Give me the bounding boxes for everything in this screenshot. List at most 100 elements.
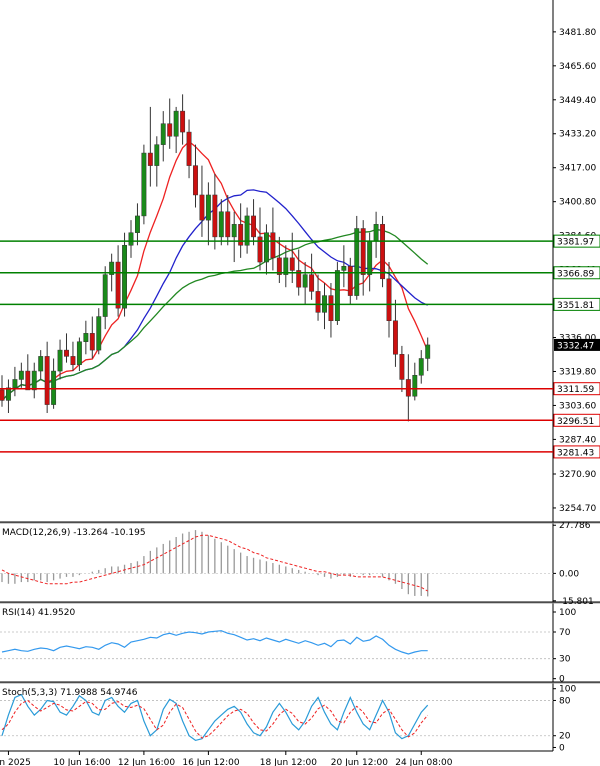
candle-down (386, 278, 392, 321)
time-axis-label: 24 Jun 08:00 (395, 758, 452, 766)
candle-up (76, 341, 82, 366)
price-axis-label: 3433.20 (559, 130, 596, 140)
candle-up (38, 356, 44, 372)
candle-up (83, 333, 89, 342)
price-axis-label: 3287.40 (559, 435, 596, 445)
price-axis-label: 3417.00 (559, 164, 596, 174)
candle-down (405, 379, 411, 397)
candle-up (96, 316, 102, 351)
level-label: 3311.59 (557, 385, 594, 395)
price-axis-label: 3319.80 (559, 367, 596, 377)
candle-up (6, 387, 11, 401)
candle-down (44, 356, 50, 405)
level-label: 3281.43 (557, 448, 594, 458)
stoch-axis-label: 100 (559, 685, 576, 695)
candle-down (225, 211, 231, 238)
candle-up (12, 379, 18, 389)
rsi-line (1, 630, 428, 655)
candle-down (347, 265, 353, 296)
rsi-axis-label: 100 (559, 608, 576, 618)
candle-down (315, 291, 321, 313)
candle-up (231, 224, 237, 238)
candle-up (154, 144, 160, 166)
stoch-axis-label: 80 (559, 696, 571, 706)
candle-down (399, 354, 405, 380)
candle-down (89, 333, 95, 351)
candle-down (251, 215, 257, 238)
candle-down (0, 389, 5, 401)
candle-up (218, 211, 224, 238)
candle-down (167, 123, 173, 137)
macd-axis-label: -15.801 (559, 597, 594, 607)
stoch-axis-label: 20 (559, 732, 571, 742)
candle-down (64, 349, 69, 357)
candle-up (160, 123, 166, 145)
candle-down (393, 320, 398, 355)
time-axis-label: 10 Jun 16:00 (53, 758, 110, 766)
rsi-axis-label: 70 (559, 628, 571, 638)
candle-up (128, 232, 134, 246)
time-axis-label: 16 Jun 12:00 (182, 758, 239, 766)
candle-down (115, 261, 121, 309)
candle-down (180, 110, 186, 133)
price-axis-label: 3465.60 (559, 62, 596, 72)
time-axis-label: 18 Jun 12:00 (260, 758, 317, 766)
macd-axis-label: 27.786 (559, 521, 591, 531)
candle-down (360, 228, 366, 275)
price-axis-label: 3481.80 (559, 28, 596, 38)
price-axis-label: 3449.40 (559, 96, 596, 106)
stoch-k-line (1, 693, 429, 742)
candle-up (122, 245, 127, 309)
candle-down (70, 356, 76, 366)
candle-up (57, 349, 63, 372)
candle-up (18, 370, 24, 380)
stoch-label: Stoch(5,3,3) 71.9988 54.9746 (2, 688, 138, 698)
level-label: 3296.51 (557, 417, 594, 427)
candle-up (334, 270, 340, 321)
current-price-label: 3332.47 (557, 341, 594, 351)
candle-up (341, 265, 347, 271)
level-label: 3366.89 (557, 269, 594, 279)
candle-down (289, 257, 295, 271)
price-axis-label: 3303.60 (559, 401, 596, 411)
candle-down (270, 232, 276, 259)
candle-up (141, 152, 147, 217)
price-axis-label: 3270.90 (559, 470, 596, 480)
macd-axis-label: 0.00 (559, 569, 579, 579)
candle-down (25, 370, 31, 391)
candle-up (102, 274, 108, 317)
candle-up (354, 228, 360, 296)
candle-up (31, 370, 37, 391)
candle-up (425, 344, 431, 359)
candle-down (193, 165, 198, 196)
candle-down (380, 224, 386, 280)
candle-down (212, 194, 218, 238)
candle-up (205, 194, 211, 221)
time-axis-label: 6 Jun 2025 (0, 758, 31, 766)
time-axis-label: 20 Jun 12:00 (331, 758, 388, 766)
time-axis-label: 12 Jun 16:00 (118, 758, 175, 766)
stoch-axis-label: 0 (559, 743, 565, 753)
candle-up (135, 215, 140, 233)
candle-up (173, 110, 179, 137)
stoch-d-line (1, 699, 429, 739)
candle-up (367, 240, 373, 275)
candle-up (51, 370, 57, 405)
candle-up (418, 358, 424, 376)
candle-down (186, 131, 192, 166)
candle-up (302, 274, 308, 288)
candle-up (373, 224, 379, 242)
level-label: 3351.81 (557, 301, 594, 311)
macd-label: MACD(12,26,9) -13.264 -10.195 (2, 528, 146, 538)
rsi-axis-label: 30 (559, 655, 571, 665)
rsi-label: RSI(14) 41.9520 (2, 608, 75, 618)
candle-down (238, 224, 244, 246)
price-axis-label: 3400.80 (559, 198, 596, 208)
rsi-axis-label: 0 (559, 675, 565, 685)
chart: 3481.80 3465.60 3449.40 3433.20 3417.00 3400.… (0, 0, 600, 766)
candle-down (199, 194, 205, 221)
level-label: 3381.97 (557, 238, 594, 248)
price-axis-label: 3254.70 (559, 504, 596, 514)
candle-up (412, 375, 418, 397)
candle-up (264, 232, 269, 263)
